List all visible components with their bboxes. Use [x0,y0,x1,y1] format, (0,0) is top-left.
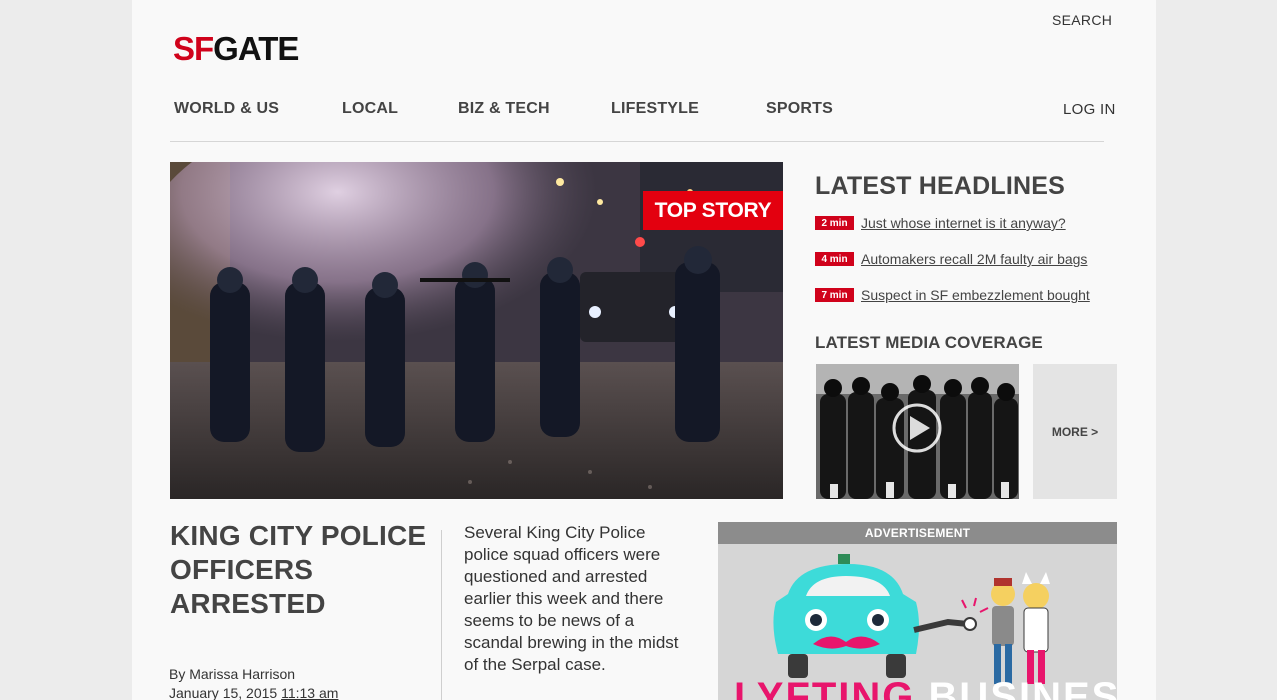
time-badge: 4 min [815,252,854,266]
time-badge: 7 min [815,288,854,302]
headline-link[interactable]: Suspect in SF embezzlement bought [861,287,1090,303]
nav-sports[interactable]: SPORTS [766,100,833,118]
time-badge: 2 min [815,216,854,230]
ad-caption-white: BUSINESS [928,675,1117,700]
top-story-image[interactable]: TOP STORY [170,162,783,499]
play-icon[interactable] [816,364,1019,499]
search-link[interactable]: SEARCH [1052,12,1112,28]
story-headline[interactable]: KING CITY POLICE OFFICERS ARRESTED [170,519,430,621]
advertisement-label: ADVERTISEMENT [718,522,1117,544]
main-nav: WORLD & US LOCAL BIZ & TECH LIFESTYLE SP… [132,100,1156,120]
media-video-thumbnail[interactable] [816,364,1019,499]
logo-gate: GATE [213,30,299,67]
headline-item[interactable]: 2 min Just whose internet is it anyway? [815,214,1066,232]
ad-caption-pink: LYFTING [734,675,916,700]
nav-biz-tech[interactable]: BIZ & TECH [458,100,550,118]
story-date: January 15, 2015 [169,685,278,700]
story-byline: By Marissa Harrison [169,666,296,682]
headline-item[interactable]: 4 min Automakers recall 2M faulty air ba… [815,250,1087,268]
story-dateline: January 15, 2015 11:13 am [169,685,338,700]
nav-lifestyle[interactable]: LIFESTYLE [611,100,699,118]
story-summary: Several King City Police police squad of… [464,523,679,674]
more-media-button[interactable]: MORE > [1033,364,1117,499]
top-story-badge: TOP STORY [643,191,783,230]
headline-link[interactable]: Just whose internet is it anyway? [861,215,1066,231]
login-link[interactable]: LOG IN [1063,101,1116,118]
logo-sf: SF [173,30,214,67]
story-time: 11:13 am [281,685,339,700]
nav-divider [170,141,1104,142]
latest-headlines-title: LATEST HEADLINES [815,172,1065,200]
sfgate-logo[interactable]: SFGATE [173,30,299,67]
story-divider [441,530,442,700]
advertisement[interactable]: ADVERTISEMENT LYFTING BUSINES [718,522,1117,700]
ad-caption: LYFTING BUSINESS [734,677,1117,700]
headline-item[interactable]: 7 min Suspect in SF embezzlement bought [815,286,1090,304]
nav-local[interactable]: LOCAL [342,100,398,118]
latest-media-title: LATEST MEDIA COVERAGE [815,333,1043,352]
headline-link[interactable]: Automakers recall 2M faulty air bags [861,251,1087,267]
page: SEARCH SFGATE WORLD & US LOCAL BIZ & TEC… [132,0,1156,700]
nav-world-us[interactable]: WORLD & US [174,100,279,118]
